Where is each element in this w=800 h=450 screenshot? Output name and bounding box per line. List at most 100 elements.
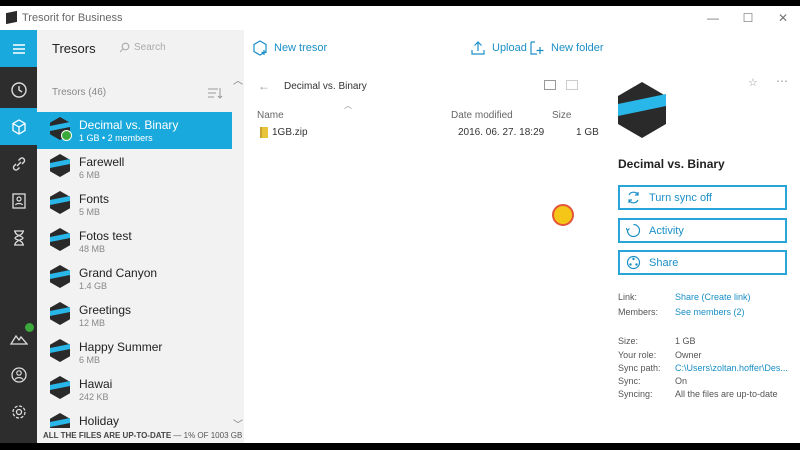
size-label: Size: bbox=[618, 336, 639, 346]
tresor-count: Tresors (46) bbox=[52, 87, 107, 98]
column-size[interactable]: Size bbox=[552, 110, 571, 121]
tresor-name: Hawai bbox=[79, 377, 113, 391]
tresor-icon bbox=[50, 413, 70, 428]
maximize-button[interactable]: ☐ bbox=[733, 8, 763, 28]
contact-card-icon bbox=[11, 192, 26, 209]
new-tresor-button[interactable]: New tresor bbox=[252, 40, 327, 56]
list-item[interactable]: Greetings 12 MB bbox=[37, 297, 232, 334]
new-tresor-icon bbox=[253, 40, 267, 56]
tresor-name: Happy Summer bbox=[79, 340, 163, 354]
tresor-name: Fonts bbox=[79, 192, 110, 206]
list-item[interactable]: Decimal vs. Binary 1 GB • 2 members bbox=[37, 112, 232, 149]
more-options-icon[interactable]: ⋯ bbox=[776, 74, 789, 88]
new-folder-icon bbox=[530, 41, 544, 55]
tresor-name: Farewell bbox=[79, 155, 125, 169]
create-link[interactable]: Share (Create link) bbox=[675, 292, 790, 302]
file-size: 1 GB bbox=[576, 127, 599, 138]
see-members-link[interactable]: See members (2) bbox=[675, 307, 790, 317]
rail-account[interactable] bbox=[0, 356, 37, 393]
back-arrow-icon[interactable]: ← bbox=[258, 79, 270, 93]
app-window: Tresorit for Business — ☐ ✕ Tresors Sear… bbox=[0, 6, 800, 443]
tresor-name: Greetings bbox=[79, 303, 132, 317]
sync-icon bbox=[628, 191, 639, 204]
file-date: 2016. 06. 27. 18:29 bbox=[458, 127, 545, 138]
new-folder-button[interactable]: New folder bbox=[529, 40, 604, 56]
link-label: Link: bbox=[618, 292, 638, 302]
list-item[interactable]: Farewell 6 MB bbox=[37, 149, 232, 186]
zip-file-icon bbox=[260, 127, 268, 138]
user-icon bbox=[10, 366, 27, 383]
column-date[interactable]: Date modified bbox=[451, 110, 513, 121]
rail-links[interactable] bbox=[0, 145, 37, 182]
breadcrumb: ← Decimal vs. Binary bbox=[258, 79, 367, 93]
sort-ascending-icon: ︿ bbox=[344, 101, 352, 110]
tresor-meta: 6 MB bbox=[79, 355, 101, 365]
turn-sync-off-label: Turn sync off bbox=[649, 191, 712, 204]
rail-recent[interactable] bbox=[0, 71, 37, 108]
list-item[interactable]: Fotos test 48 MB bbox=[37, 223, 232, 260]
sync-value: On bbox=[675, 376, 688, 386]
activity-icon bbox=[626, 223, 641, 238]
list-item[interactable]: Grand Canyon 1.4 GB bbox=[37, 260, 232, 297]
view-toggle bbox=[544, 80, 578, 90]
column-name[interactable]: Name bbox=[257, 110, 284, 121]
list-item[interactable]: Hawai 242 KB bbox=[37, 371, 232, 408]
tresor-icon bbox=[50, 191, 70, 214]
pin-icon[interactable]: ☆ bbox=[748, 76, 758, 89]
details-view-icon[interactable] bbox=[544, 80, 556, 90]
share-button[interactable]: Share bbox=[618, 250, 787, 275]
clock-icon bbox=[10, 81, 27, 98]
size-value: 1 GB bbox=[675, 336, 696, 346]
search-input[interactable]: Search bbox=[134, 42, 166, 53]
list-footer: ALL THE FILES ARE UP-TO-DATE — 1% OF 100… bbox=[37, 428, 244, 443]
rail-tresors[interactable] bbox=[0, 108, 37, 145]
turn-sync-off-button[interactable]: Turn sync off bbox=[618, 185, 787, 210]
share-icon bbox=[626, 255, 641, 270]
tresor-name: Grand Canyon bbox=[79, 266, 158, 280]
window-title: Tresorit for Business bbox=[22, 12, 123, 24]
activity-button[interactable]: Activity bbox=[618, 218, 787, 243]
upload-icon bbox=[471, 41, 485, 55]
upload-label: Upload bbox=[492, 42, 527, 54]
breadcrumb-current: Decimal vs. Binary bbox=[284, 80, 367, 92]
tresor-name: Holiday bbox=[79, 414, 120, 428]
sort-icon[interactable] bbox=[207, 87, 223, 99]
tresor-meta: 12 MB bbox=[79, 318, 106, 328]
activity-label: Activity bbox=[649, 224, 684, 237]
tresor-icon bbox=[50, 302, 70, 325]
new-folder-label: New folder bbox=[551, 42, 604, 54]
hourglass-icon bbox=[13, 229, 24, 246]
gear-icon bbox=[11, 404, 26, 419]
tresor-icon bbox=[50, 154, 70, 177]
preview-pane-icon[interactable] bbox=[566, 80, 578, 90]
synced-check-icon bbox=[61, 130, 72, 141]
sync-path-link[interactable]: C:\Users\zoltan.hoffer\Des... bbox=[675, 363, 790, 373]
rail-settings[interactable] bbox=[0, 393, 37, 430]
list-item[interactable]: Happy Summer 6 MB bbox=[37, 334, 232, 371]
tresor-large-icon bbox=[618, 82, 666, 138]
cursor-highlight bbox=[552, 204, 574, 226]
list-item[interactable]: Fonts 5 MB bbox=[37, 186, 232, 223]
sync-path-label: Sync path: bbox=[618, 363, 661, 373]
tresor-meta: 48 MB bbox=[79, 244, 106, 254]
upload-button[interactable]: Upload bbox=[470, 40, 527, 56]
sync-ok-icon bbox=[25, 323, 34, 332]
search-box[interactable]: Search bbox=[119, 42, 166, 53]
rail-contacts[interactable] bbox=[0, 182, 37, 219]
search-icon bbox=[119, 42, 130, 53]
tresor-meta: 1.4 GB bbox=[79, 281, 108, 291]
scroll-up-icon[interactable]: ︿ bbox=[233, 72, 243, 87]
rail-activity[interactable] bbox=[0, 219, 37, 256]
table-row[interactable]: 1GB.zip 2016. 06. 27. 18:29 1 GB bbox=[244, 125, 600, 143]
storage-usage-text: — 1% OF 1003 GB bbox=[173, 431, 243, 440]
menu-icon bbox=[12, 43, 25, 54]
sync-status-text: ALL THE FILES ARE UP-TO-DATE bbox=[43, 431, 172, 440]
syncing-label: Syncing: bbox=[618, 389, 653, 399]
close-button[interactable]: ✕ bbox=[768, 8, 798, 28]
minimize-button[interactable]: — bbox=[698, 8, 728, 28]
link-icon bbox=[12, 156, 25, 171]
tresor-meta: 5 MB bbox=[79, 207, 101, 217]
rail-sync[interactable] bbox=[0, 319, 37, 356]
menu-button[interactable] bbox=[0, 30, 37, 67]
list-item[interactable]: Holiday bbox=[37, 408, 232, 428]
